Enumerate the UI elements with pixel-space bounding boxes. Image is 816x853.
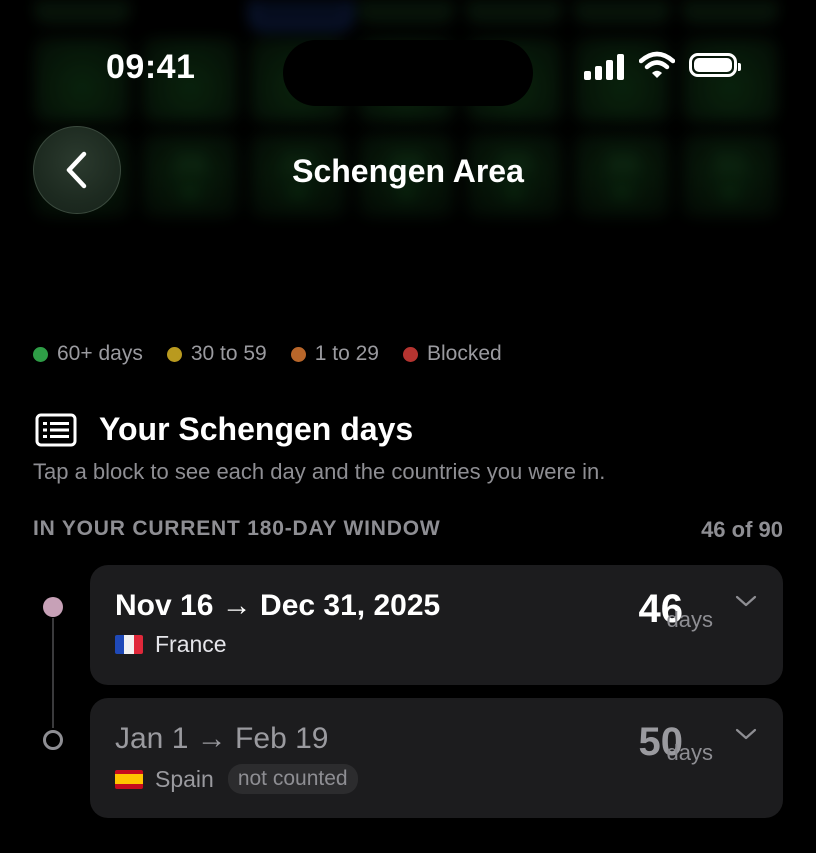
legend-dot — [166, 346, 182, 362]
chevron-down-icon[interactable] — [735, 595, 757, 608]
section-title: Your Schengen days — [99, 411, 414, 447]
stay-date-range: Nov 16 → Dec 31, 2025 — [115, 589, 441, 622]
legend-dot — [290, 346, 306, 362]
timeline-line — [52, 618, 54, 728]
stay-country: France — [115, 631, 227, 658]
stay-date-range: Jan 1 → Feb 19 — [115, 722, 329, 755]
page-title: Schengen Area — [292, 153, 524, 189]
chevron-down-icon[interactable] — [735, 728, 757, 741]
stay-days-unit: days — [666, 607, 713, 632]
legend-item: 30 to 59 — [166, 342, 267, 366]
battery-icon — [689, 53, 741, 77]
stay-days-unit: days — [666, 740, 713, 765]
section-subtitle: Tap a block to see each day and the coun… — [33, 459, 606, 484]
cellular-signal-icon — [584, 52, 628, 80]
wifi-icon — [639, 51, 675, 78]
status-time: 09:41 — [106, 48, 196, 86]
window-count: 46 of 90 — [701, 517, 783, 542]
not-counted-badge: not counted — [227, 764, 358, 794]
stay-card[interactable]: Nov 16 → Dec 31, 2025 France 46 days — [90, 565, 783, 685]
france-flag-icon — [115, 635, 143, 654]
legend-item: Blocked — [402, 342, 502, 366]
window-label: IN YOUR CURRENT 180-DAY WINDOW — [33, 517, 441, 540]
legend-label: 30 to 59 — [190, 342, 267, 365]
legend-label: 1 to 29 — [314, 342, 379, 365]
dynamic-island — [283, 40, 533, 106]
stay-country-name: Spain — [155, 765, 214, 792]
stay-card[interactable]: Jan 1 → Feb 19 Spain not counted 50 days — [90, 698, 783, 818]
legend-label: 60+ days — [57, 342, 143, 365]
legend-item: 1 to 29 — [290, 342, 379, 366]
stay-country: Spain not counted — [115, 764, 358, 794]
legend: 60+ days 30 to 59 1 to 29 Blocked — [33, 342, 526, 366]
legend-item: 60+ days — [33, 342, 143, 366]
list-icon — [35, 413, 77, 447]
legend-dot — [402, 346, 418, 362]
spain-flag-icon — [115, 769, 143, 789]
legend-dot — [33, 346, 48, 362]
timeline-dot-filled — [43, 597, 63, 617]
legend-label: Blocked — [426, 342, 502, 365]
stay-country-name: France — [155, 631, 227, 657]
timeline-dot-hollow — [43, 730, 63, 750]
